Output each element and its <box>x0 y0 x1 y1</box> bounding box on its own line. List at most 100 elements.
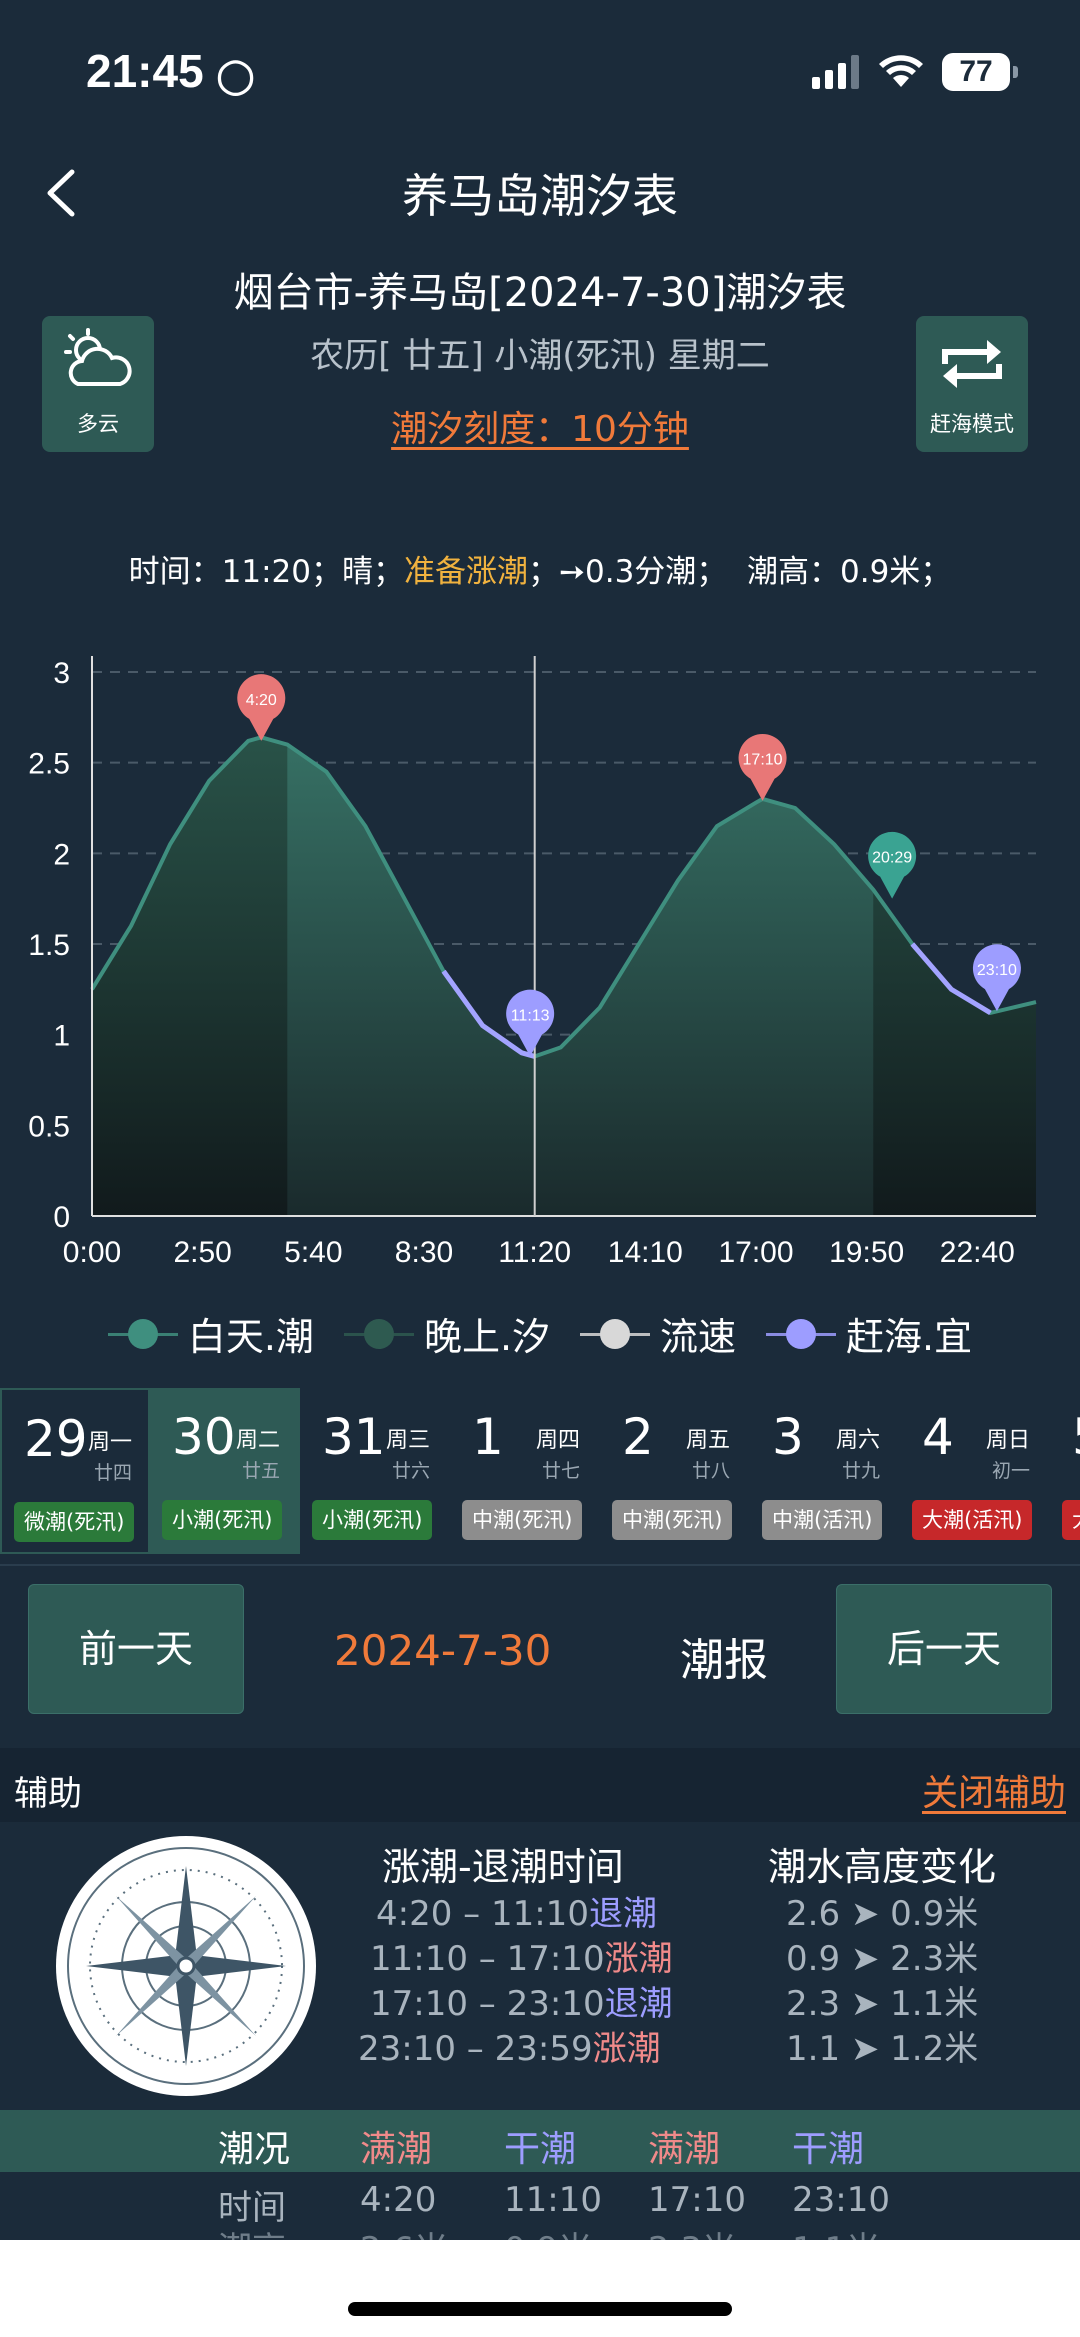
day-cell[interactable]: 30 周二 廿五 小潮(死汛) <box>150 1388 300 1554</box>
tide-level-badge: 大潮(活汛) <box>912 1500 1033 1540</box>
tide-level-badge: 微潮(死汛) <box>14 1502 135 1542</box>
weather-button[interactable]: 多云 <box>42 316 154 452</box>
tide-level-badge: 中潮(死汛) <box>462 1500 583 1540</box>
tide-table-time-cell: 23:10 <box>792 2180 890 2220</box>
legend-item: 白天.潮 <box>107 1306 314 1361</box>
legend-label: 晚上.汐 <box>423 1315 551 1359</box>
y-tick-label: 3 <box>53 657 70 690</box>
next-day-button[interactable]: 后一天 <box>836 1584 1052 1714</box>
home-indicator[interactable] <box>348 2302 732 2316</box>
cloudy-icon <box>64 328 132 386</box>
ganhai-mode-button[interactable]: 赶海模式 <box>916 316 1028 452</box>
day-lunar: 廿四 <box>94 1462 133 1484</box>
day-weekday: 周三 <box>386 1428 431 1453</box>
divider <box>0 1564 1080 1566</box>
day-cell[interactable]: 4 周日 初一 大潮(活汛) <box>900 1388 1050 1554</box>
day-cell[interactable]: 1 周四廿七中潮(死汛) <box>450 1388 600 1554</box>
day-lunar: 初一 <box>992 1460 1031 1482</box>
tide-period-range: 23:10 – 23:59 <box>358 2029 593 2069</box>
current-date: 2024-7-30 <box>334 1626 552 1675</box>
y-tick-label: 1 <box>53 1020 70 1053</box>
x-tick-label: 11:20 <box>498 1236 571 1269</box>
tide-report-link[interactable]: 潮报 <box>680 1624 768 1688</box>
day-weekday: 周一 <box>88 1430 133 1455</box>
day-lunar: 廿六 <box>392 1460 431 1482</box>
x-tick-label: 17:00 <box>718 1236 793 1269</box>
tide-table-head-cell: 满潮 <box>648 2129 721 2170</box>
current-info: 时间：11:20；晴；准备涨潮；➙0.3分潮； 潮高：0.9米； <box>128 554 952 590</box>
day-weekday: 周六 <box>836 1428 881 1453</box>
legend-label: 流速 <box>660 1315 737 1359</box>
tide-marker: 4:20 <box>237 674 286 741</box>
day-weekday: 周二 <box>236 1428 281 1453</box>
day-cell[interactable]: 5大 <box>1050 1388 1080 1554</box>
x-tick-label: 14:10 <box>608 1236 683 1269</box>
legend-item: 流速 <box>580 1306 736 1361</box>
tide-height-header: 潮水高度变化 <box>768 1845 997 1889</box>
tide-table-head-cell: 满潮 <box>360 2129 433 2170</box>
x-tick-label: 19:50 <box>829 1236 904 1269</box>
tide-marker: 20:29 <box>868 831 917 899</box>
tide-table-head-cell: 干潮 <box>792 2129 865 2170</box>
day-cell[interactable]: 3 周六 廿九 中潮(活汛) <box>750 1388 900 1554</box>
day-number: 2 <box>622 1408 654 1466</box>
y-tick-label: 1.5 <box>28 929 70 962</box>
tide-chart[interactable]: 0 0.5 1 1.5 2 2.5 3 0:00 2:50 5:40 8:30 11:20 14:10 1… <box>0 630 1080 1290</box>
day-lunar: 廿八 <box>692 1460 731 1482</box>
status-icons: 77 <box>812 50 1018 94</box>
day-cell[interactable]: 31 周三廿六小潮(死汛) <box>300 1388 450 1554</box>
tide-period-row: 11:10 – 17:10涨潮 <box>370 1931 673 1980</box>
battery-icon: 77 <box>942 53 1018 91</box>
tide-level-badge: 小潮(死汛) <box>312 1500 433 1540</box>
day-weekday: 周四 <box>536 1428 581 1453</box>
tide-height-change: 0.9 ➤ 2.3米 <box>786 1939 979 1979</box>
flame-icon: ◯ <box>216 57 255 95</box>
prev-day-button[interactable]: 前一天 <box>28 1584 244 1714</box>
legend-label: 赶海.宜 <box>846 1315 973 1359</box>
day-lunar: 廿五 <box>242 1460 281 1482</box>
day-cell[interactable]: 2 周五廿八中潮(死汛) <box>600 1388 750 1554</box>
tide-table-head-cell: 干潮 <box>504 2129 577 2170</box>
tide-table-title: 烟台市-养马岛[2024-7-30]潮汐表 <box>233 270 847 316</box>
tide-time-header: 涨潮-退潮时间 <box>382 1845 624 1889</box>
signal-icon <box>812 55 859 89</box>
marker-label: 23:10 <box>977 962 1017 979</box>
day-weekday: 周日 <box>986 1428 1031 1453</box>
tide-table-time-cell: 4:20 <box>360 2180 437 2220</box>
legend-marker-icon <box>766 1318 837 1349</box>
tide-period-range: 11:10 – 17:10 <box>370 1939 605 1979</box>
tide-period-state: 涨潮 <box>592 2029 661 2069</box>
assist-title: 辅助 <box>14 1774 82 1814</box>
tide-level-badge: 中潮(死汛) <box>612 1500 733 1540</box>
marker-label: 17:10 <box>743 752 783 769</box>
tide-height-change: 1.1 ➤ 1.2米 <box>786 2029 979 2069</box>
x-tick-label: 5:40 <box>284 1236 342 1269</box>
tide-marker: 17:10 <box>738 733 787 801</box>
day-strip[interactable]: 29 周一 廿四 微潮(死汛) 30 周二 廿五 小潮(死汛) 31 周三 廿六 小潮(死汛) 1 周四廿… <box>0 1388 1080 1554</box>
y-tick-label: 2 <box>53 838 70 871</box>
compass-icon <box>56 1836 316 2096</box>
tide-table-head-cell: 潮况 <box>218 2129 291 2170</box>
tide-level-badge: 大 <box>1062 1500 1080 1540</box>
legend-label: 白天.潮 <box>187 1315 314 1359</box>
day-number: 5 <box>1072 1408 1080 1466</box>
x-tick-label: 8:30 <box>395 1236 453 1269</box>
tide-period-range: 17:10 – 23:10 <box>370 1984 605 2024</box>
tide-height-change: 2.6 ➤ 0.9米 <box>786 1894 979 1934</box>
marker-label: 20:29 <box>872 850 912 867</box>
tide-height-change: 2.3 ➤ 1.1米 <box>786 1984 979 2024</box>
day-number: 1 <box>472 1408 504 1466</box>
day-lunar: 廿七 <box>542 1460 581 1482</box>
marker-label: 11:13 <box>511 1007 550 1024</box>
day-cell[interactable]: 29 周一 廿四 微潮(死汛) <box>0 1388 150 1554</box>
legend-marker-icon <box>343 1318 414 1349</box>
day-weekday: 周五 <box>686 1428 731 1453</box>
tide-period-state: 涨潮 <box>604 1939 673 1979</box>
day-number: 31 <box>322 1408 386 1466</box>
repeat-icon <box>942 340 1002 388</box>
x-tick-label: 0:00 <box>63 1236 121 1269</box>
close-assist-link[interactable]: 关闭辅助 <box>922 1764 1066 1816</box>
status-time: 21:45 ◯ <box>86 45 255 97</box>
tide-table-time-cell: 17:10 <box>648 2180 746 2220</box>
tide-period-row: 4:20 – 11:10退潮 <box>376 1886 657 1935</box>
